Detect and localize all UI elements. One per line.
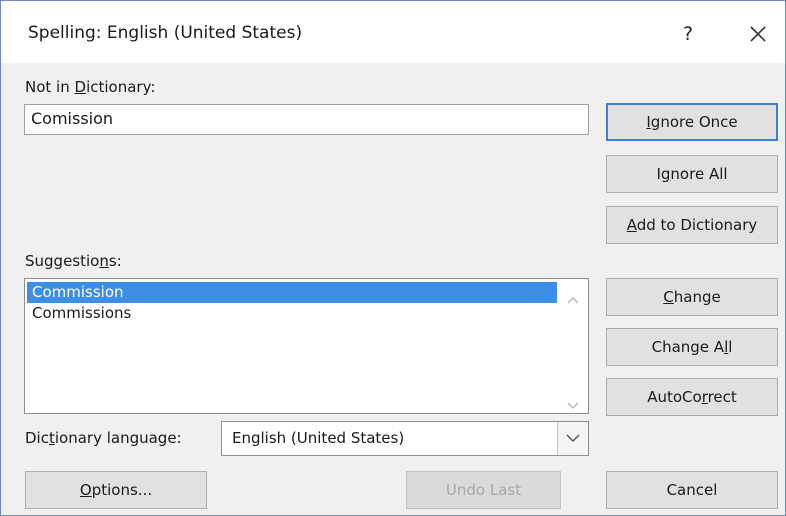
dictionary-language-label: Dictionary language:	[25, 429, 182, 447]
chevron-down-icon[interactable]	[557, 422, 588, 455]
suggestion-item[interactable]: Commission	[27, 282, 557, 303]
options-button[interactable]: Options...	[25, 471, 207, 509]
not-in-dictionary-label: Not in Dictionary:	[25, 78, 156, 96]
dictionary-language-value: English (United States)	[232, 429, 405, 447]
scroll-down-icon[interactable]	[567, 395, 579, 409]
dictionary-language-select[interactable]: English (United States)	[221, 421, 589, 456]
suggestions-scrollbar[interactable]	[558, 279, 588, 413]
autocorrect-button[interactable]: AutoCorrect	[606, 378, 778, 416]
undo-last-button[interactable]: Undo Last	[406, 471, 561, 509]
change-all-button[interactable]: Change All	[606, 328, 778, 366]
ignore-all-button[interactable]: Ignore All	[606, 155, 778, 193]
close-icon[interactable]	[741, 17, 775, 51]
suggestions-list[interactable]: Commission Commissions	[24, 278, 589, 414]
ignore-once-button[interactable]: Ignore Once	[606, 103, 778, 141]
scroll-up-icon[interactable]	[567, 289, 579, 304]
change-button[interactable]: Change	[606, 278, 778, 316]
dialog-title: Spelling: English (United States)	[28, 23, 303, 43]
help-button[interactable]: ?	[673, 19, 703, 49]
not-in-dictionary-field[interactable]: Comission	[24, 104, 589, 135]
suggestion-item[interactable]: Commissions	[27, 303, 557, 324]
add-to-dictionary-button[interactable]: Add to Dictionary	[606, 206, 778, 244]
suggestions-label: Suggestions:	[25, 252, 122, 270]
title-bar: Spelling: English (United States) ?	[1, 1, 785, 63]
spelling-dialog: Spelling: English (United States) ? Not …	[0, 0, 786, 516]
cancel-button[interactable]: Cancel	[606, 471, 778, 509]
